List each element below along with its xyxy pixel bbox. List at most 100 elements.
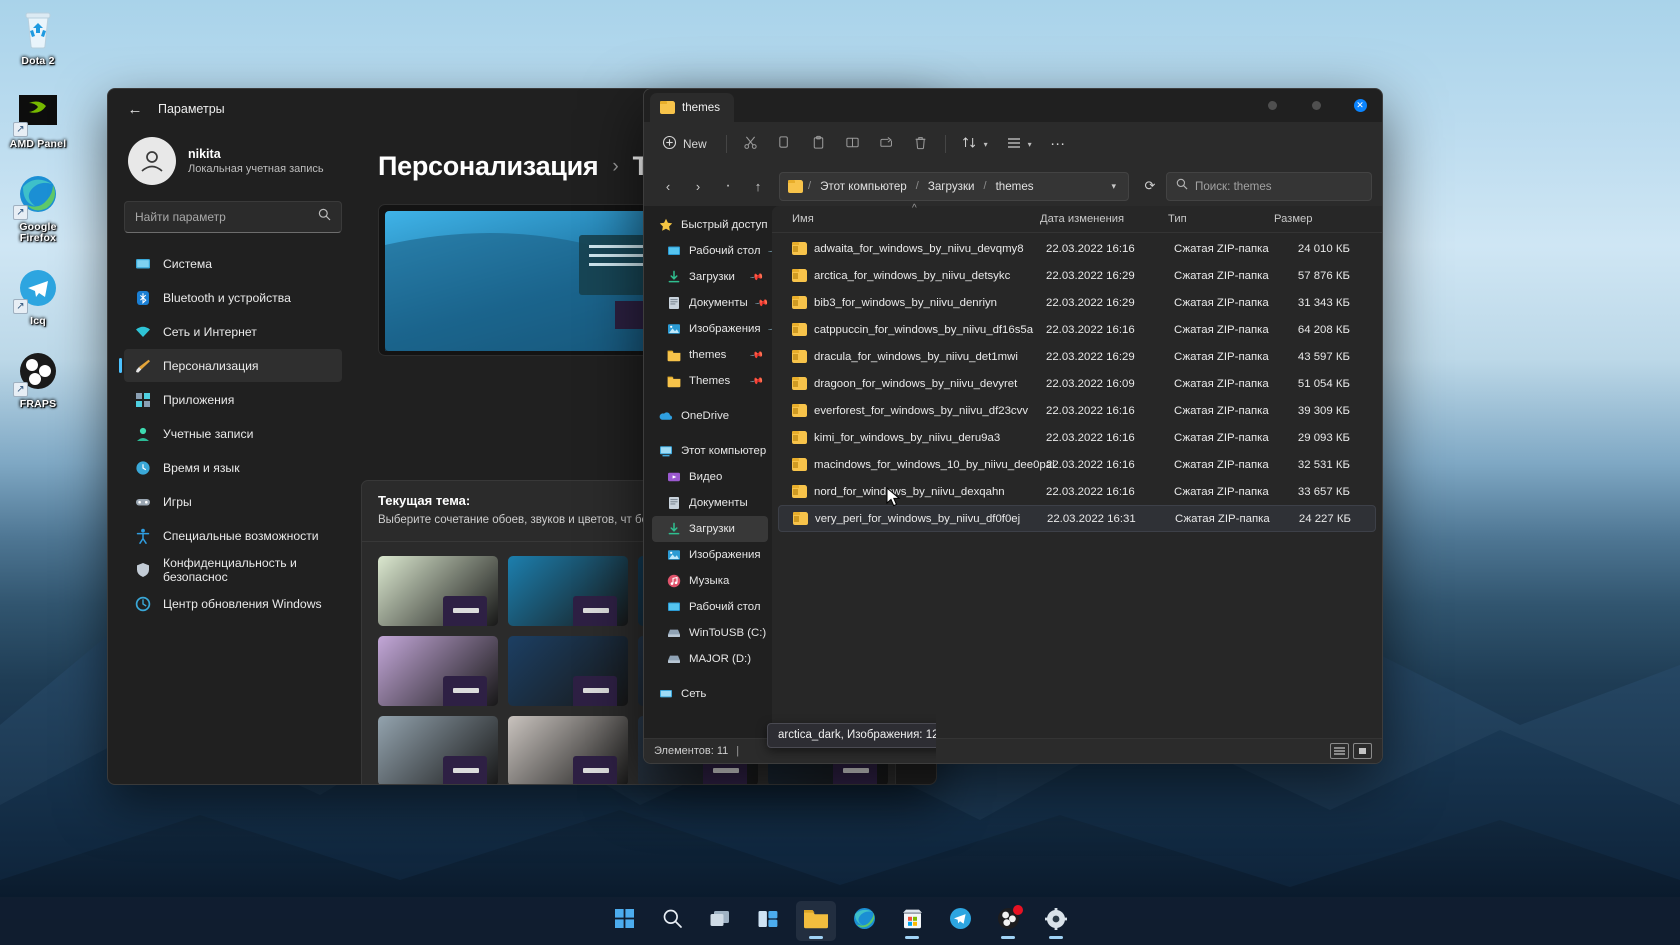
sidebar-item-4[interactable]: Приложения (124, 383, 342, 416)
nav-item-0[interactable]: Быстрый доступ (652, 212, 768, 238)
table-row[interactable]: macindows_for_windows_10_by_niivu_dee0pa… (778, 451, 1376, 478)
nav-item-14[interactable]: Изображения (652, 542, 768, 568)
search-input[interactable] (1195, 179, 1362, 193)
pin-icon[interactable]: 📌 (749, 269, 764, 284)
file-explorer-button[interactable] (796, 901, 836, 941)
close-button[interactable]: ✕ (1338, 89, 1382, 122)
view-button[interactable]: ▾ (998, 129, 1040, 159)
breadcrumb-root[interactable]: Персонализация (378, 151, 599, 182)
recent-locations-button[interactable]: · (714, 172, 742, 200)
sidebar-item-0[interactable]: Система (124, 247, 342, 280)
refresh-button[interactable]: ⟳ (1136, 172, 1164, 200)
desktop-icon-amd-panel[interactable]: ↗ AMD Panel (0, 89, 76, 150)
theme-thumbnail[interactable] (508, 716, 628, 784)
sidebar-item-8[interactable]: Специальные возможности (124, 519, 342, 552)
theme-thumbnail[interactable] (378, 636, 498, 706)
nav-item-12[interactable]: Документы (652, 490, 768, 516)
table-row[interactable]: adwaita_for_windows_by_niivu_devqmy8 22.0… (778, 235, 1376, 262)
table-row[interactable]: bib3_for_windows_by_niivu_denriyn 22.03.2… (778, 289, 1376, 316)
nav-item-4[interactable]: Изображения 📌 (652, 316, 772, 342)
explorer-search[interactable] (1166, 171, 1372, 201)
desktop-icon-fraps[interactable]: ↗ FRAPS (0, 349, 76, 410)
theme-thumbnail[interactable] (378, 716, 498, 784)
search-taskbar-button[interactable] (652, 901, 692, 941)
search-input[interactable] (135, 210, 312, 224)
theme-thumbnail[interactable] (508, 556, 628, 626)
nav-item-17[interactable]: WinToUSB (C:) (652, 620, 768, 646)
nav-item-15[interactable]: Музыка (652, 568, 768, 594)
forward-button[interactable]: › (684, 172, 712, 200)
desktop-icon-dota2[interactable]: Dota 2 (0, 6, 76, 67)
nav-item-13[interactable]: Загрузки (652, 516, 768, 542)
minimize-button[interactable] (1250, 89, 1294, 122)
delete-button[interactable] (905, 129, 937, 159)
sort-button[interactable]: ▾ (954, 129, 996, 159)
desktop-icon-google-firefox[interactable]: ↗ Google Firefox (0, 172, 76, 244)
copy-button[interactable] (769, 129, 801, 159)
back-arrow-icon[interactable]: ← (120, 94, 150, 124)
sidebar-item-1[interactable]: Bluetooth и устройства (124, 281, 342, 314)
cut-button[interactable] (735, 129, 767, 159)
pin-icon[interactable]: 📌 (766, 243, 772, 258)
column-header-size[interactable]: Размер (1274, 213, 1358, 225)
nav-item-5[interactable]: themes 📌 (652, 342, 768, 368)
breadcrumb-item-2[interactable]: themes (992, 178, 1038, 195)
nav-item-2[interactable]: Загрузки 📌 (652, 264, 768, 290)
new-button[interactable]: New (654, 129, 718, 159)
sidebar-item-7[interactable]: Игры (124, 485, 342, 518)
task-view-button[interactable] (700, 901, 740, 941)
microsoft-store-button[interactable] (892, 901, 932, 941)
nav-item-10[interactable]: Этот компьютер (652, 438, 768, 464)
sidebar-item-3[interactable]: Персонализация (119, 349, 342, 382)
table-row[interactable]: nord_for_windows_by_niivu_dexqahn 22.03.2… (778, 478, 1376, 505)
sidebar-item-6[interactable]: Время и язык (124, 451, 342, 484)
table-row[interactable]: arctica_for_windows_by_niivu_detsykc 22.0… (778, 262, 1376, 289)
breadcrumb-bar[interactable]: / Этот компьютер / Загрузки / themes ▾ (779, 171, 1129, 201)
settings-button[interactable] (1036, 901, 1076, 941)
sidebar-item-9[interactable]: Конфиденциальность и безопаснос (124, 553, 342, 586)
chevron-down-icon[interactable]: ▾ (1105, 181, 1122, 192)
column-header-date[interactable]: Дата изменения (1040, 213, 1168, 225)
widgets-button[interactable] (748, 901, 788, 941)
sidebar-item-10[interactable]: Центр обновления Windows (124, 587, 342, 620)
breadcrumb-item-0[interactable]: Этот компьютер (816, 178, 911, 195)
start-button[interactable] (604, 901, 644, 941)
nav-item-3[interactable]: Документы 📌 (652, 290, 769, 316)
nav-item-1[interactable]: Рабочий стол 📌 (652, 238, 772, 264)
desktop-icon-icq[interactable]: ↗ Icq (0, 266, 76, 327)
sidebar-item-5[interactable]: Учетные записи (124, 417, 342, 450)
rename-button[interactable] (837, 129, 869, 159)
back-button[interactable]: ‹ (654, 172, 682, 200)
pin-icon[interactable]: 📌 (749, 347, 764, 362)
nav-item-6[interactable]: Themes 📌 (652, 368, 768, 394)
column-header-name[interactable]: Имя (772, 213, 1040, 225)
table-row[interactable]: very_peri_for_windows_by_niivu_df0f0ej 22… (778, 505, 1376, 532)
user-account[interactable]: nikita Локальная учетная запись (118, 129, 346, 201)
paste-button[interactable] (803, 129, 835, 159)
sidebar-item-2[interactable]: Сеть и Интернет (124, 315, 342, 348)
table-row[interactable]: everforest_for_windows_by_niivu_df23cvv 2… (778, 397, 1376, 424)
column-header-type[interactable]: Тип (1168, 213, 1274, 225)
obs-button[interactable] (988, 901, 1028, 941)
pin-icon[interactable]: 📌 (754, 295, 769, 310)
table-row[interactable]: dracula_for_windows_by_niivu_det1mwi 22.0… (778, 343, 1376, 370)
more-button[interactable]: ··· (1042, 129, 1074, 159)
telegram-button[interactable] (940, 901, 980, 941)
large-icons-view-toggle[interactable] (1353, 743, 1372, 759)
nav-item-18[interactable]: MAJOR (D:) (652, 646, 768, 672)
share-button[interactable] (871, 129, 903, 159)
edge-button[interactable] (844, 901, 884, 941)
explorer-tab-themes[interactable]: themes (650, 93, 735, 122)
nav-item-8[interactable]: OneDrive (652, 403, 768, 429)
settings-search[interactable] (124, 201, 342, 233)
up-button[interactable]: ↑ (744, 172, 772, 200)
table-row[interactable]: dragoon_for_windows_by_niivu_devyret 22.0… (778, 370, 1376, 397)
table-row[interactable]: catppuccin_for_windows_by_niivu_df16s5a 2… (778, 316, 1376, 343)
nav-item-20[interactable]: Сеть (652, 681, 768, 707)
nav-item-16[interactable]: Рабочий стол (652, 594, 768, 620)
nav-item-11[interactable]: Видео (652, 464, 768, 490)
theme-thumbnail[interactable] (508, 636, 628, 706)
theme-thumbnail[interactable] (378, 556, 498, 626)
maximize-button[interactable] (1294, 89, 1338, 122)
breadcrumb-item-1[interactable]: Загрузки (924, 178, 979, 195)
